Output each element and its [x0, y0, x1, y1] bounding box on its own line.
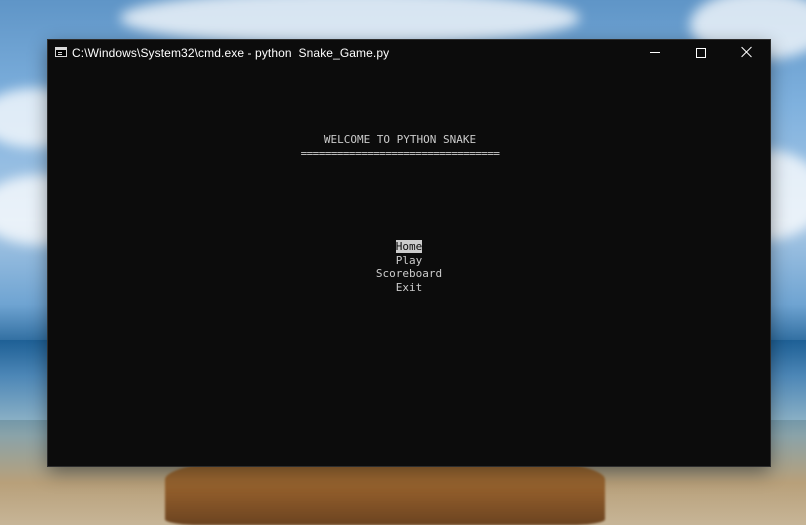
menu-item-play[interactable]: Play — [48, 254, 770, 268]
window-controls — [632, 40, 770, 66]
menu-item-scoreboard[interactable]: Scoreboard — [48, 267, 770, 281]
menu-item-label: Play — [395, 253, 423, 267]
main-menu: Home Play Scoreboard Exit — [48, 240, 770, 294]
menu-item-home[interactable]: Home — [48, 240, 770, 254]
menu-item-exit[interactable]: Exit — [48, 281, 770, 295]
menu-item-label: Scoreboard — [375, 267, 443, 280]
cmd-icon — [55, 47, 67, 57]
title-bar[interactable]: C:\Windows\System32\cmd.exe - python Sna… — [48, 40, 770, 66]
window-title: C:\Windows\System32\cmd.exe - python Sna… — [72, 46, 390, 60]
heading-underline: ================================= — [300, 147, 500, 160]
cmd-window[interactable]: C:\Windows\System32\cmd.exe - python Sna… — [48, 40, 770, 466]
minimize-icon — [650, 52, 660, 53]
minimize-button[interactable] — [632, 40, 678, 66]
close-button[interactable] — [724, 40, 770, 66]
welcome-heading: WELCOME TO PYTHON SNAKE — [323, 133, 477, 146]
menu-item-label: Exit — [395, 280, 423, 294]
close-icon — [741, 46, 753, 58]
menu-item-label: Home — [395, 240, 423, 253]
maximize-button[interactable] — [678, 40, 724, 66]
maximize-icon — [696, 48, 706, 58]
console-output[interactable]: WELCOME TO PYTHON SNAKE ================… — [48, 66, 770, 466]
